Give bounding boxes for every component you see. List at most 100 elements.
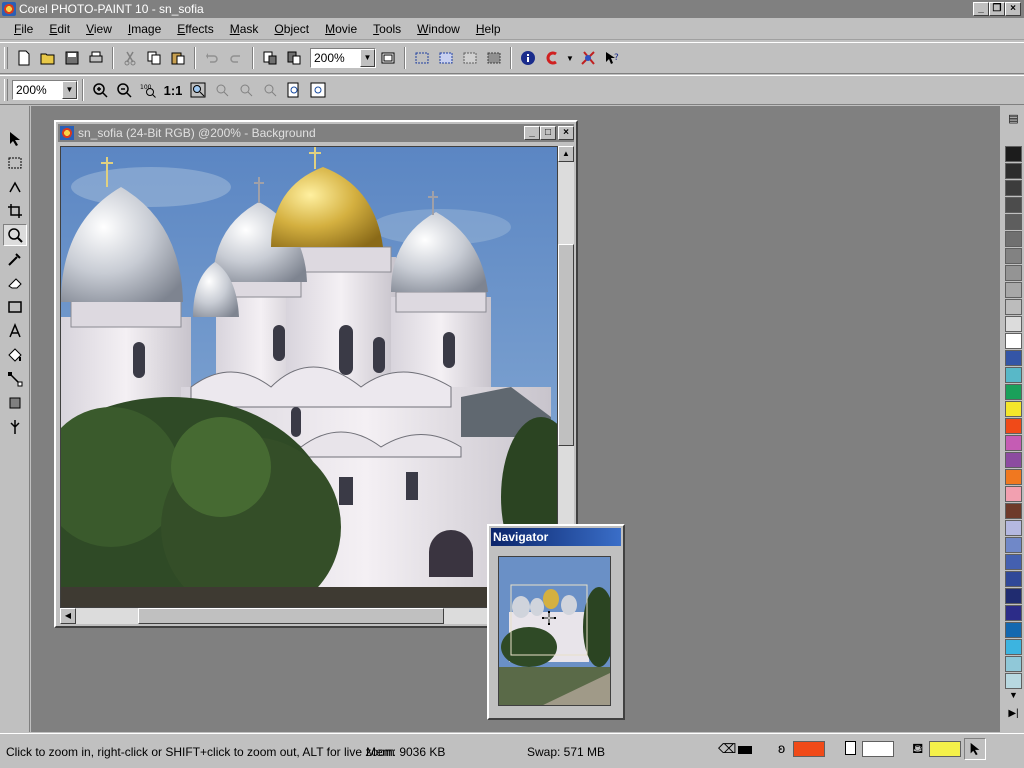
eraser-tool-icon[interactable] [3, 272, 27, 294]
paper-color-swatch[interactable] [862, 741, 894, 757]
fill-tool-icon[interactable] [3, 344, 27, 366]
menu-help[interactable]: Help [468, 19, 509, 39]
palette-swatch[interactable] [1005, 469, 1022, 485]
palette-swatch[interactable] [1005, 435, 1022, 451]
palette-swatch[interactable] [1005, 622, 1022, 638]
palette-swatch[interactable] [1005, 520, 1022, 536]
menu-tools[interactable]: Tools [365, 19, 409, 39]
mask-transform-tool-icon[interactable] [3, 176, 27, 198]
menu-edit[interactable]: Edit [41, 19, 78, 39]
zoom-to-selection-icon[interactable] [259, 79, 281, 101]
info-icon[interactable] [517, 47, 539, 69]
menu-window[interactable]: Window [409, 19, 468, 39]
palette-swatch[interactable] [1005, 333, 1022, 349]
navigator-window[interactable]: Navigator [487, 524, 625, 720]
palette-swatch[interactable] [1005, 503, 1022, 519]
scroll-up-arrow[interactable]: ▲ [558, 146, 574, 162]
palette-swatch[interactable] [1005, 367, 1022, 383]
document-minimize-button[interactable]: _ [524, 126, 540, 140]
text-tool-icon[interactable] [3, 320, 27, 342]
palette-swatch[interactable] [1005, 673, 1022, 689]
menu-view[interactable]: View [78, 19, 120, 39]
rectangle-tool-icon[interactable] [3, 296, 27, 318]
interactive-fill-tool-icon[interactable] [3, 368, 27, 390]
palette-menu-icon[interactable]: ▤ [1005, 112, 1022, 128]
palette-swatch[interactable] [1005, 571, 1022, 587]
menu-effects[interactable]: Effects [169, 19, 221, 39]
rectangle-mask-tool-icon[interactable] [3, 152, 27, 174]
fill-color-swatch[interactable] [929, 741, 961, 757]
crop-tool-icon[interactable] [3, 200, 27, 222]
navigator-title[interactable]: Navigator [491, 528, 621, 546]
object-transparency-tool-icon[interactable] [3, 392, 27, 414]
zoom-100-percent-icon[interactable]: 100 [137, 79, 159, 101]
palette-swatch[interactable] [1005, 350, 1022, 366]
palette-swatch[interactable] [1005, 486, 1022, 502]
eyedropper-tool-icon[interactable] [3, 248, 27, 270]
paste-icon[interactable] [167, 47, 189, 69]
palette-swatch[interactable] [1005, 180, 1022, 196]
save-icon[interactable] [61, 47, 83, 69]
vertical-scroll-thumb[interactable] [558, 244, 574, 446]
palette-swatch[interactable] [1005, 656, 1022, 672]
zoom-to-height-icon[interactable] [235, 79, 257, 101]
full-screen-icon[interactable] [377, 47, 399, 69]
horizontal-scroll-thumb[interactable] [138, 608, 444, 624]
pick-tool-icon[interactable] [3, 128, 27, 150]
toolbar-grip[interactable] [4, 47, 8, 69]
print-icon[interactable] [85, 47, 107, 69]
palette-swatch[interactable] [1005, 639, 1022, 655]
new-file-icon[interactable] [13, 47, 35, 69]
zoom-to-width-icon[interactable] [211, 79, 233, 101]
image-canvas[interactable] [60, 146, 558, 608]
redo-icon[interactable] [225, 47, 247, 69]
zoom-to-all-icon[interactable] [307, 79, 329, 101]
chevron-down-icon[interactable]: ▼ [62, 81, 77, 99]
restore-button[interactable]: ❐ [989, 2, 1005, 16]
status-pick-icon[interactable] [964, 738, 986, 760]
document-maximize-button[interactable]: □ [540, 126, 556, 140]
mask-all-icon[interactable] [435, 47, 457, 69]
mask-remove-icon[interactable] [459, 47, 481, 69]
navigator-thumbnail[interactable] [498, 556, 611, 706]
palette-swatch[interactable] [1005, 452, 1022, 468]
export-icon[interactable] [283, 47, 305, 69]
undo-icon[interactable] [201, 47, 223, 69]
minimize-button[interactable]: _ [973, 2, 989, 16]
palette-swatch[interactable] [1005, 605, 1022, 621]
palette-swatch[interactable] [1005, 231, 1022, 247]
menu-file[interactable]: File [6, 19, 41, 39]
effect-tool-icon[interactable] [3, 416, 27, 438]
horizontal-scrollbar[interactable]: ◀ [60, 608, 558, 624]
zoom-out-icon[interactable] [113, 79, 135, 101]
menu-movie[interactable]: Movie [317, 19, 365, 39]
import-icon[interactable] [259, 47, 281, 69]
zoom-level-combo[interactable]: 200% ▼ [310, 48, 376, 68]
document-title-bar[interactable]: sn_sofia (24-Bit RGB) @200% - Background… [58, 124, 574, 142]
copy-icon[interactable] [143, 47, 165, 69]
zoom-in-icon[interactable] [89, 79, 111, 101]
zoom-level-combo-secondary[interactable]: 200% ▼ [12, 80, 78, 100]
zoom-to-fit-icon[interactable] [187, 79, 209, 101]
launcher-dropdown-icon[interactable]: ▼ [565, 47, 575, 69]
menu-image[interactable]: Image [120, 19, 169, 39]
whats-this-help-icon[interactable]: ? [601, 47, 623, 69]
close-button[interactable]: × [1005, 2, 1021, 16]
palette-swatch[interactable] [1005, 146, 1022, 162]
menu-object[interactable]: Object [266, 19, 317, 39]
cut-icon[interactable] [119, 47, 141, 69]
palette-swatch[interactable] [1005, 554, 1022, 570]
document-icon[interactable] [60, 126, 74, 140]
open-folder-icon[interactable] [37, 47, 59, 69]
zoom-to-page-icon[interactable] [283, 79, 305, 101]
corel-app-launcher-icon[interactable] [541, 47, 563, 69]
palette-swatch[interactable] [1005, 214, 1022, 230]
palette-scroll-end-arrow[interactable]: ▶| [1005, 708, 1022, 722]
document-close-button[interactable]: × [558, 126, 574, 140]
actual-size-button[interactable]: 1:1 [161, 79, 185, 101]
palette-swatch[interactable] [1005, 418, 1022, 434]
scroll-left-arrow[interactable]: ◀ [60, 608, 76, 624]
palette-swatch[interactable] [1005, 299, 1022, 315]
palette-swatch[interactable] [1005, 197, 1022, 213]
palette-swatch[interactable] [1005, 384, 1022, 400]
